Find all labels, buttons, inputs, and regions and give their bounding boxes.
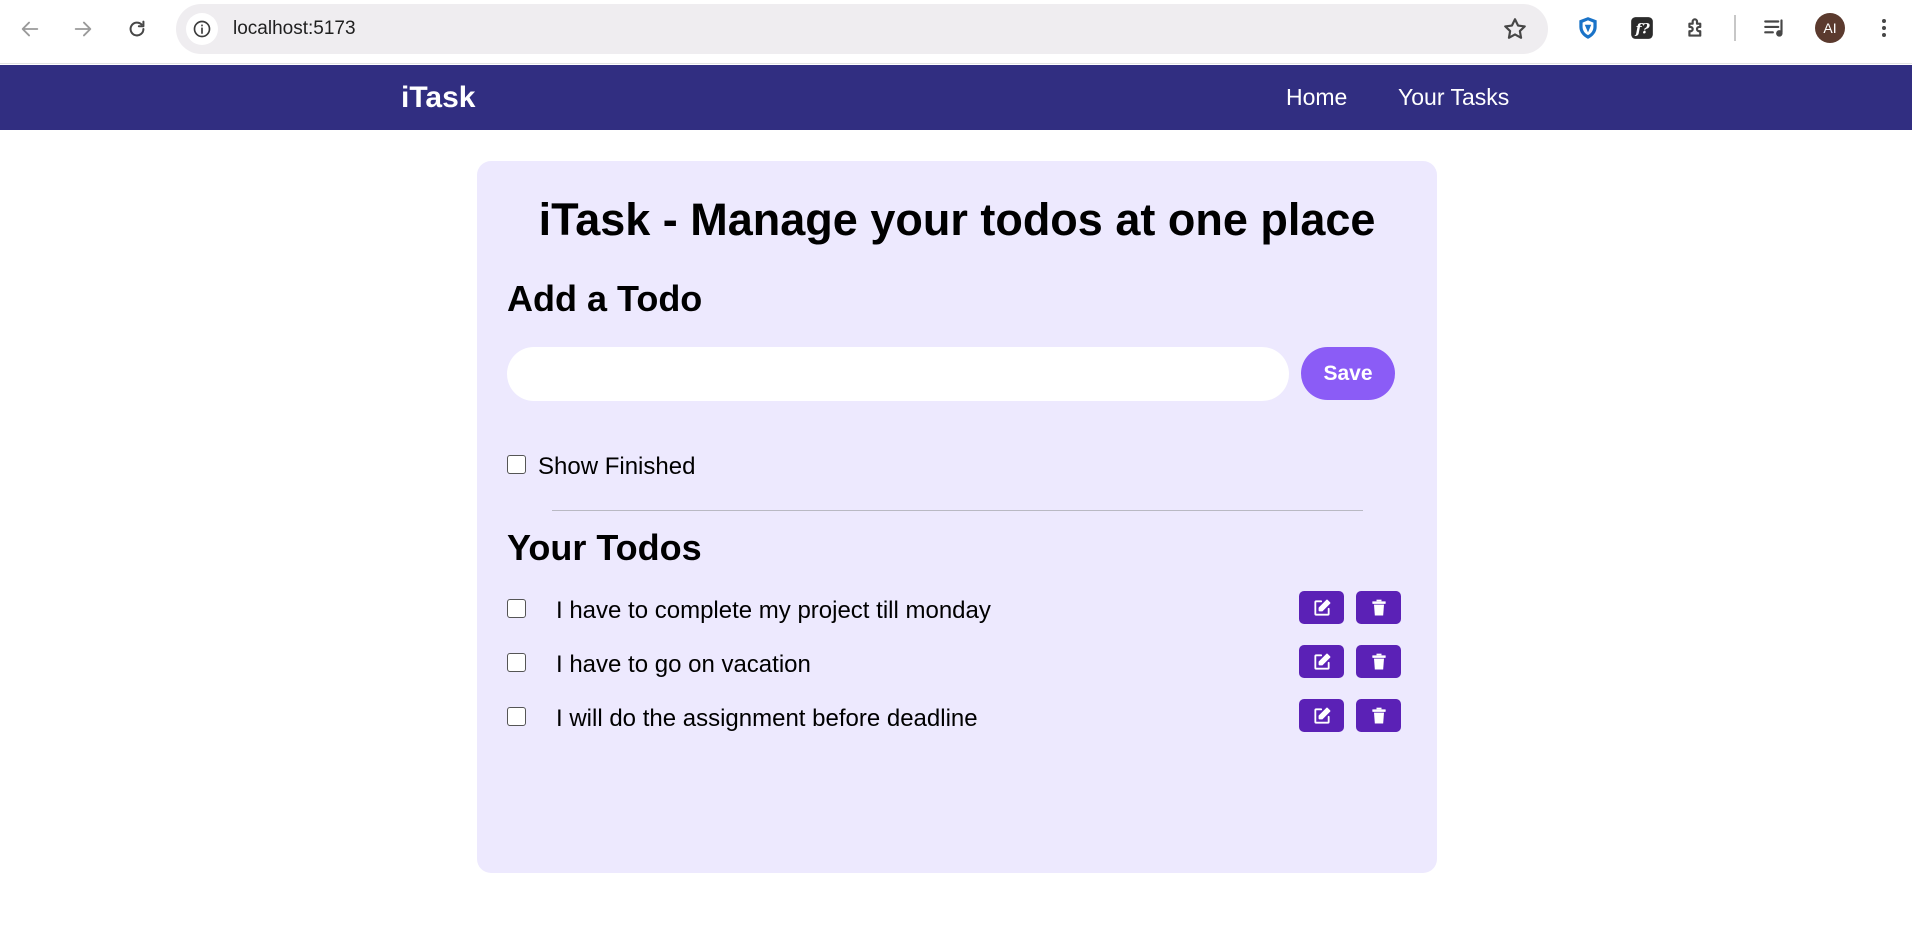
- add-todo-heading: Add a Todo: [507, 278, 703, 319]
- edit-icon: [1313, 653, 1330, 670]
- address-bar[interactable]: localhost:5173: [176, 4, 1548, 54]
- show-finished-label[interactable]: Show Finished: [538, 453, 695, 481]
- delete-button[interactable]: [1356, 699, 1401, 732]
- edit-icon: [1313, 599, 1330, 616]
- todo-checkbox[interactable]: [507, 707, 526, 726]
- nav-link-your-tasks[interactable]: Your Tasks: [1398, 84, 1509, 111]
- todo-item: I have to complete my project till monda…: [477, 591, 1437, 631]
- todo-item: I have to go on vacation: [477, 645, 1437, 685]
- shield-extension-icon[interactable]: [1573, 13, 1603, 43]
- forward-button[interactable]: [66, 12, 100, 46]
- todo-checkbox[interactable]: [507, 599, 526, 618]
- delete-button[interactable]: [1356, 645, 1401, 678]
- trash-icon: [1371, 599, 1386, 615]
- browser-toolbar: localhost:5173 f? AI: [0, 0, 1912, 64]
- media-queue-icon[interactable]: [1760, 13, 1790, 43]
- svg-text:f?: f?: [1635, 21, 1651, 37]
- show-finished-checkbox[interactable]: [507, 455, 526, 474]
- todo-card: iTask - Manage your todos at one place A…: [477, 161, 1437, 873]
- delete-button[interactable]: [1356, 591, 1401, 624]
- todo-text: I will do the assignment before deadline: [556, 705, 978, 732]
- your-todos-heading: Your Todos: [507, 527, 702, 568]
- reload-icon: [129, 20, 145, 37]
- page-title: iTask - Manage your todos at one place: [538, 194, 1376, 245]
- todo-item: I will do the assignment before deadline: [477, 699, 1437, 739]
- save-button[interactable]: Save: [1301, 347, 1395, 400]
- nav-link-home[interactable]: Home: [1286, 84, 1347, 111]
- profile-avatar[interactable]: AI: [1815, 13, 1845, 43]
- url-text[interactable]: localhost:5173: [233, 18, 356, 40]
- site-info-icon[interactable]: [186, 13, 218, 45]
- arrow-left-icon: [21, 21, 39, 37]
- app-navbar: iTask Home Your Tasks: [0, 65, 1912, 130]
- brand-logo[interactable]: iTask: [401, 81, 476, 115]
- trash-icon: [1371, 707, 1386, 723]
- section-divider: [552, 510, 1363, 511]
- toolbar-divider: [1734, 15, 1736, 41]
- font-extension-icon[interactable]: f?: [1627, 13, 1657, 43]
- arrow-right-icon: [74, 21, 92, 37]
- trash-icon: [1371, 653, 1386, 669]
- edit-icon: [1313, 707, 1330, 724]
- todo-input[interactable]: [507, 347, 1289, 401]
- edit-button[interactable]: [1299, 699, 1344, 732]
- reload-button[interactable]: [120, 12, 154, 46]
- edit-button[interactable]: [1299, 591, 1344, 624]
- edit-button[interactable]: [1299, 645, 1344, 678]
- kebab-menu-icon[interactable]: [1869, 13, 1899, 43]
- bookmark-star-icon[interactable]: [1502, 16, 1528, 42]
- back-button[interactable]: [13, 12, 47, 46]
- todo-checkbox[interactable]: [507, 653, 526, 672]
- todo-text: I have to go on vacation: [556, 651, 811, 678]
- todo-text: I have to complete my project till monda…: [556, 597, 991, 624]
- extensions-puzzle-icon[interactable]: [1682, 13, 1712, 43]
